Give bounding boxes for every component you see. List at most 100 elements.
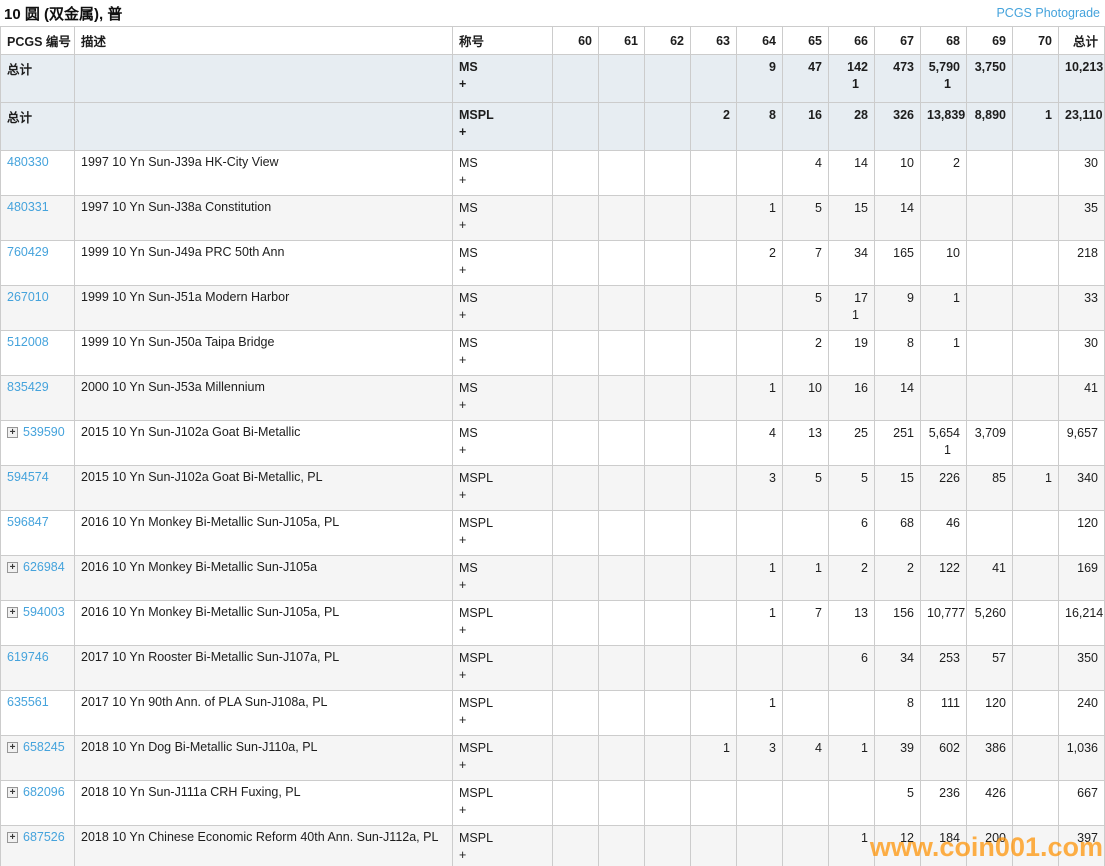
pcgs-photograde-link[interactable]: PCGS Photograde	[996, 6, 1100, 20]
designation-cell: MSPL+	[453, 466, 553, 511]
designation-cell: MS+	[453, 331, 553, 376]
grade-count: 41	[973, 560, 1006, 577]
grade-cell-64: 1	[737, 601, 783, 646]
grade-cell-70	[1013, 241, 1059, 286]
grade-cell-61	[599, 556, 645, 601]
expand-icon[interactable]: +	[7, 832, 18, 843]
designation-line: MS	[459, 560, 546, 577]
grade-cell-67: 39	[875, 736, 921, 781]
grade-cell-70	[1013, 556, 1059, 601]
designation-cell: MSPL+	[453, 646, 553, 691]
expand-icon[interactable]: +	[7, 742, 18, 753]
grade-cell-66: 1	[829, 736, 875, 781]
grade-count: 156	[881, 605, 914, 622]
grade-cell-62	[645, 826, 691, 866]
pcgs-number-link[interactable]: 480331	[7, 200, 49, 214]
total-cell: 30	[1059, 331, 1105, 376]
expand-icon[interactable]: +	[7, 787, 18, 798]
designation-cell: MSPL+	[453, 781, 553, 826]
grade-cell-62	[645, 646, 691, 691]
grade-count: 5	[789, 470, 822, 487]
pcgs-number-link[interactable]: 682096	[23, 785, 65, 799]
grade-cell-60	[553, 286, 599, 331]
pcgs-number-cell: 619746	[1, 646, 75, 691]
grade-cell-61	[599, 151, 645, 196]
column-header-62: 62	[645, 27, 691, 55]
pcgs-number-link[interactable]: 658245	[23, 740, 65, 754]
grade-cell-68: 236	[921, 781, 967, 826]
grade-cell-70: 1	[1013, 466, 1059, 511]
pcgs-number-link[interactable]: 635561	[7, 695, 49, 709]
pcgs-number-cell: 635561	[1, 691, 75, 736]
grade-count: 184	[927, 830, 960, 847]
description-cell	[75, 55, 453, 103]
total-cell: 16,214	[1059, 601, 1105, 646]
grade-count: 1	[743, 695, 776, 712]
grade-count: 1	[1019, 107, 1052, 124]
grade-cell-67: 473	[875, 55, 921, 103]
pcgs-number-link[interactable]: 267010	[7, 290, 49, 304]
total-cell: 667	[1059, 781, 1105, 826]
grade-cell-60	[553, 331, 599, 376]
grade-count: 142	[835, 59, 868, 76]
pcgs-number-link[interactable]: 480330	[7, 155, 49, 169]
column-header-65: 65	[783, 27, 829, 55]
grade-cell-60	[553, 241, 599, 286]
grade-cell-66: 28	[829, 103, 875, 151]
pcgs-number-link[interactable]: 760429	[7, 245, 49, 259]
total-cell: 30	[1059, 151, 1105, 196]
grade-cell-61	[599, 241, 645, 286]
description-cell: 2017 10 Yn 90th Ann. of PLA Sun-J108a, P…	[75, 691, 453, 736]
grade-cell-68: 1	[921, 331, 967, 376]
grade-cell-64	[737, 331, 783, 376]
pcgs-number-cell: 480330	[1, 151, 75, 196]
grade-cell-60	[553, 691, 599, 736]
expand-icon[interactable]: +	[7, 427, 18, 438]
column-header-description: 描述	[75, 27, 453, 55]
pcgs-number-link[interactable]: 687526	[23, 830, 65, 844]
grade-count: 7	[789, 245, 822, 262]
designation-line: +	[459, 217, 546, 234]
grade-count: 9	[743, 59, 776, 76]
grade-cell-67: 68	[875, 511, 921, 556]
grade-cell-65	[783, 781, 829, 826]
grade-cell-63	[691, 55, 737, 103]
pcgs-number-link[interactable]: 512008	[7, 335, 49, 349]
expand-icon[interactable]: +	[7, 607, 18, 618]
grade-cell-67: 8	[875, 691, 921, 736]
grade-count: 1	[789, 560, 822, 577]
pcgs-number-link[interactable]: 594003	[23, 605, 65, 619]
pcgs-number-link[interactable]: 626984	[23, 560, 65, 574]
designation-line: MSPL	[459, 605, 546, 622]
grade-count: 7	[789, 605, 822, 622]
grade-cell-65	[783, 511, 829, 556]
grade-cell-70	[1013, 826, 1059, 866]
grade-cell-67: 2	[875, 556, 921, 601]
grade-cell-69	[967, 331, 1013, 376]
grade-cell-62	[645, 286, 691, 331]
grade-cell-66: 14	[829, 151, 875, 196]
table-row: +6875262018 10 Yn Chinese Economic Refor…	[1, 826, 1105, 866]
grade-cell-65	[783, 826, 829, 866]
grade-cell-64: 4	[737, 421, 783, 466]
grade-cell-60	[553, 556, 599, 601]
grade-count: 2	[927, 155, 960, 172]
grade-cell-64: 1	[737, 376, 783, 421]
grade-count: 5	[789, 200, 822, 217]
column-header-pcgs-no: PCGS 编号	[1, 27, 75, 55]
expand-icon[interactable]: +	[7, 562, 18, 573]
grade-cell-67: 5	[875, 781, 921, 826]
grade-count: 5,790	[927, 59, 960, 76]
grade-cell-68: 10	[921, 241, 967, 286]
pcgs-number-link[interactable]: 594574	[7, 470, 49, 484]
grade-cell-62	[645, 241, 691, 286]
pcgs-number-link[interactable]: 539590	[23, 425, 65, 439]
table-row: +6269842016 10 Yn Monkey Bi-Metallic Sun…	[1, 556, 1105, 601]
grade-count: 1	[743, 605, 776, 622]
pcgs-number-link[interactable]: 596847	[7, 515, 49, 529]
grade-cell-63	[691, 286, 737, 331]
pcgs-number-cell: 594574	[1, 466, 75, 511]
pcgs-number-link[interactable]: 835429	[7, 380, 49, 394]
grade-cell-69: 3,709	[967, 421, 1013, 466]
pcgs-number-link[interactable]: 619746	[7, 650, 49, 664]
